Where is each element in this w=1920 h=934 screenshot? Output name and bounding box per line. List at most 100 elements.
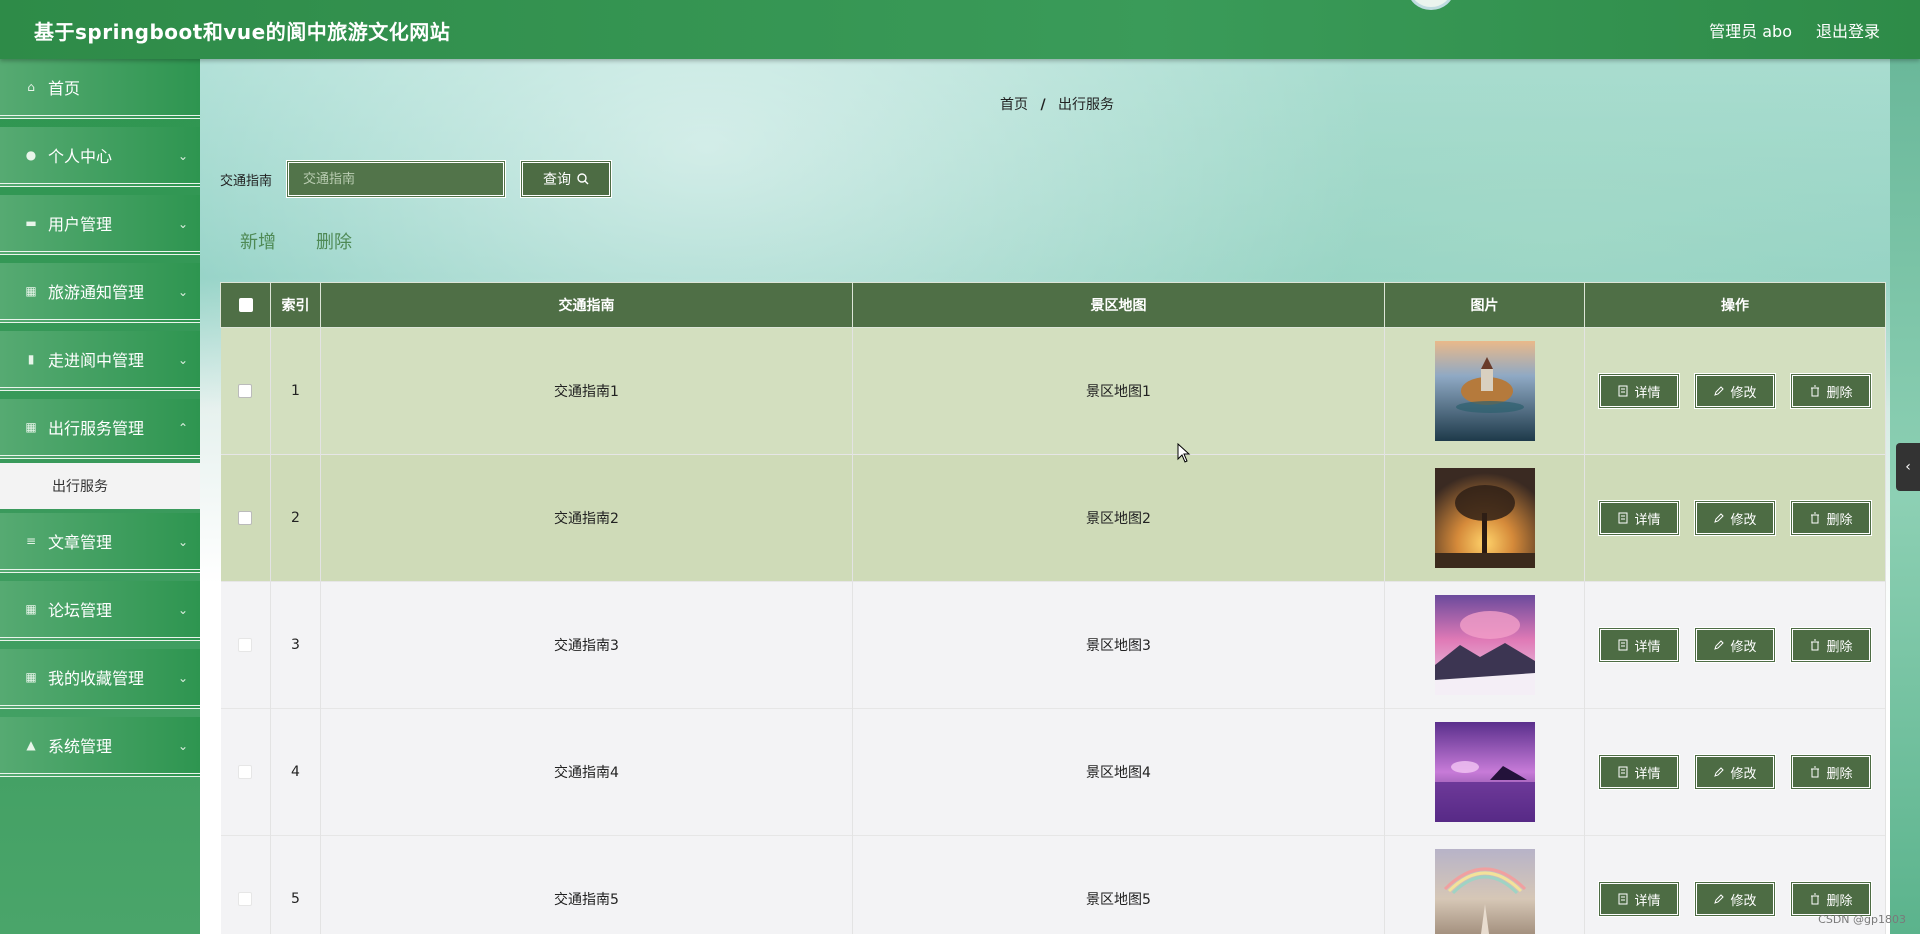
document-icon: [1618, 512, 1628, 524]
row-index: 5: [270, 835, 321, 934]
search-icon: [577, 173, 589, 185]
sidebar-item-user-management[interactable]: ▬ 用户管理 ⌄: [0, 195, 200, 255]
chevron-up-icon: ⌃: [177, 421, 188, 435]
delete-label: 删除: [1826, 893, 1853, 909]
action-bar: 新增 删除: [240, 228, 352, 254]
rainbow-path-photo: [1434, 849, 1535, 934]
delete-button[interactable]: 删除: [1790, 373, 1872, 409]
delete-button[interactable]: 删除: [1790, 754, 1872, 790]
search-button-label: 查询: [543, 172, 572, 188]
edit-label: 修改: [1730, 766, 1757, 782]
column-header: 景区地图: [852, 282, 1385, 328]
sidebar-item-forum[interactable]: ▦ 论坛管理 ⌄: [0, 581, 200, 641]
delete-label: 删除: [1826, 766, 1853, 782]
grid-icon: ▦: [25, 420, 37, 434]
chevron-down-icon: ⌄: [177, 739, 188, 753]
row-checkbox[interactable]: [238, 384, 253, 398]
header-user-area: 管理员 abo 退出登录: [1709, 18, 1880, 42]
detail-button[interactable]: 详情: [1598, 373, 1680, 409]
sidebar-item-langzhong[interactable]: ▮ 走进阆中管理 ⌄: [0, 331, 200, 391]
column-header: 操作: [1584, 282, 1886, 328]
submenu-travel-service[interactable]: 出行服务: [0, 463, 200, 509]
edit-button[interactable]: 修改: [1694, 500, 1776, 536]
pencil-icon: [1714, 894, 1725, 904]
row-index: 3: [270, 581, 321, 709]
detail-button[interactable]: 详情: [1598, 754, 1680, 790]
delete-button[interactable]: 删除: [1790, 627, 1872, 663]
logout-link[interactable]: 退出登录: [1816, 18, 1880, 42]
castle-lake-photo: [1434, 341, 1535, 441]
detail-label: 详情: [1634, 512, 1661, 528]
chevron-down-icon: ⌄: [177, 353, 188, 367]
search-bar: 交通指南 查询: [220, 160, 613, 198]
select-all-checkbox[interactable]: [238, 298, 253, 312]
mouse-cursor-icon: [1177, 443, 1191, 463]
chevron-left-icon: ‹: [1905, 459, 1911, 475]
edit-button[interactable]: 修改: [1694, 627, 1776, 663]
trash-icon: [1811, 766, 1820, 778]
delete-button[interactable]: 删除: [1790, 500, 1872, 536]
trash-icon: [1811, 385, 1820, 397]
row-guide: 交通指南5: [320, 835, 853, 934]
detail-label: 详情: [1634, 385, 1661, 401]
row-checkbox[interactable]: [238, 638, 253, 652]
add-button[interactable]: 新增: [240, 228, 276, 254]
sidebar-item-label: 走进阆中管理: [48, 351, 145, 370]
home-icon: ⌂: [27, 80, 35, 94]
sidebar-item-label: 系统管理: [48, 737, 113, 756]
detail-button[interactable]: 详情: [1598, 627, 1680, 663]
sidebar-item-articles[interactable]: ≡ 文章管理 ⌄: [0, 513, 200, 573]
edit-button[interactable]: 修改: [1694, 754, 1776, 790]
column-header: 索引: [270, 282, 321, 328]
data-table: 索引 交通指南 景区地图 图片 操作 1 交通指南1 景区地图1 详情 修改 删…: [220, 282, 1886, 934]
site-title: 基于springboot和vue的阆中旅游文化网站: [34, 20, 451, 44]
detail-label: 详情: [1634, 639, 1661, 655]
collapse-toggle[interactable]: ‹: [1896, 443, 1920, 491]
row-checkbox[interactable]: [238, 765, 253, 779]
document-icon: [1618, 385, 1628, 397]
tree-sunset-photo: [1434, 468, 1535, 568]
pencil-icon: [1714, 386, 1725, 396]
edit-label: 修改: [1730, 385, 1757, 401]
trash-icon: [1811, 893, 1820, 905]
user-label: 管理员 abo: [1709, 22, 1792, 41]
sidebar-item-favorites[interactable]: ▦ 我的收藏管理 ⌄: [0, 649, 200, 709]
app-root: 基于springboot和vue的阆中旅游文化网站 管理员 abo 退出登录 ⌂…: [0, 0, 1920, 934]
top-header: 基于springboot和vue的阆中旅游文化网站 管理员 abo 退出登录: [0, 0, 1920, 59]
search-input[interactable]: [286, 160, 507, 198]
batch-delete-button[interactable]: 删除: [316, 228, 352, 254]
delete-label: 删除: [1826, 639, 1853, 655]
thumb-icon: ▲: [26, 738, 36, 752]
chevron-down-icon: ⌄: [177, 217, 188, 231]
detail-button[interactable]: 详情: [1598, 500, 1680, 536]
edit-button[interactable]: 修改: [1694, 881, 1776, 917]
row-index: 4: [270, 708, 321, 836]
document-icon: [1618, 639, 1628, 651]
sidebar-item-label: 首页: [48, 79, 81, 98]
row-map: 景区地图1: [852, 327, 1385, 455]
pink-mountain-photo: [1434, 595, 1535, 695]
column-header: 图片: [1384, 282, 1585, 328]
pencil-icon: [1714, 640, 1725, 650]
delete-label: 删除: [1826, 385, 1853, 401]
table-row: 2 交通指南2 景区地图2 详情 修改 删除: [220, 454, 1886, 582]
sidebar-item-travel-service[interactable]: ▦ 出行服务管理 ⌃: [0, 399, 200, 459]
row-checkbox[interactable]: [238, 892, 253, 906]
sidebar-item-travel-notice[interactable]: ▦ 旅游通知管理 ⌄: [0, 263, 200, 323]
edit-label: 修改: [1730, 893, 1757, 909]
table-row: 1 交通指南1 景区地图1 详情 修改 删除: [220, 327, 1886, 455]
row-checkbox[interactable]: [238, 511, 253, 525]
list-icon: ≡: [25, 534, 37, 548]
edit-button[interactable]: 修改: [1694, 373, 1776, 409]
chevron-down-icon: ⌄: [177, 149, 188, 163]
sidebar-item-personal-center[interactable]: ● 个人中心 ⌄: [0, 127, 200, 187]
delete-button[interactable]: 删除: [1790, 881, 1872, 917]
sidebar-item-system[interactable]: ▲ 系统管理 ⌄: [0, 717, 200, 777]
grid-icon: ▦: [25, 602, 37, 616]
search-button[interactable]: 查询: [520, 160, 613, 198]
table-row: 4 交通指南4 景区地图4 详情 修改 删除: [220, 708, 1886, 836]
sidebar-item-home[interactable]: ⌂ 首页: [0, 59, 200, 119]
detail-button[interactable]: 详情: [1598, 881, 1680, 917]
breadcrumb-home[interactable]: 首页: [1000, 97, 1028, 113]
sidebar: ⌂ 首页 ● 个人中心 ⌄ ▬ 用户管理 ⌄ ▦ 旅游通知管理 ⌄ ▮ 走进阆中…: [0, 59, 200, 934]
